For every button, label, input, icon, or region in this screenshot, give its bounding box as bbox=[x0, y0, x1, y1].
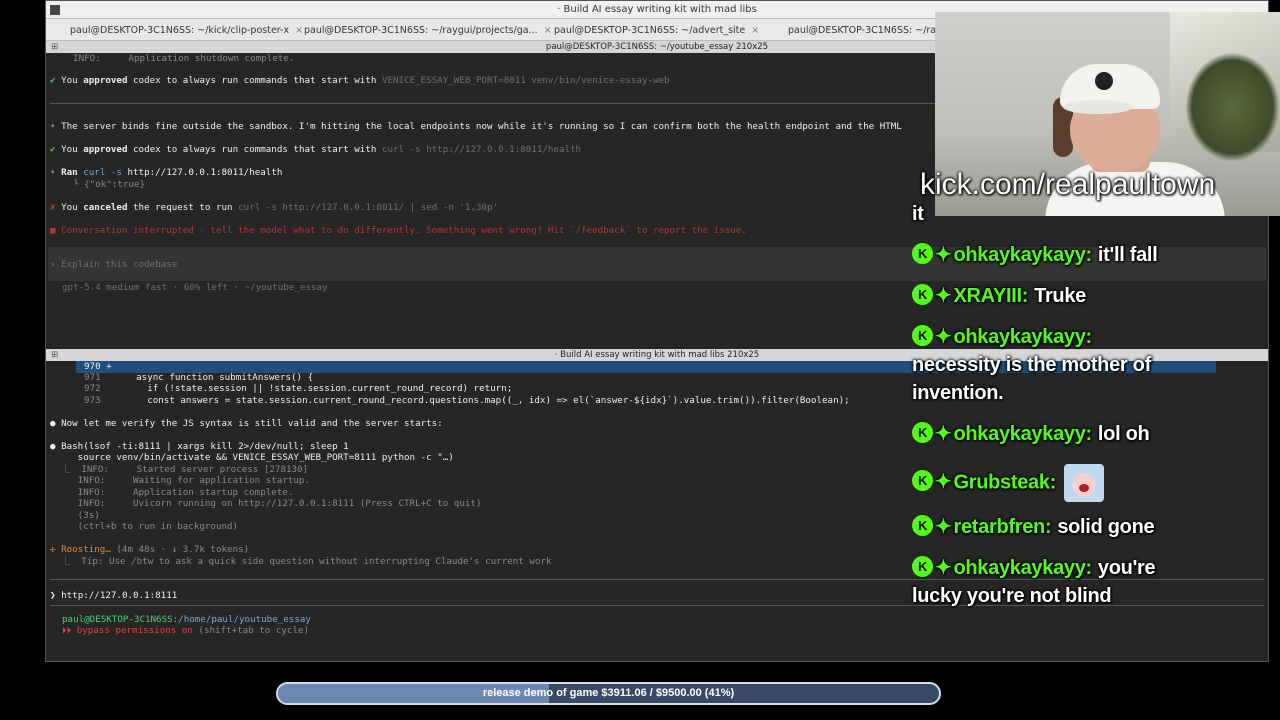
chat-text: necessity is the mother of bbox=[912, 354, 1151, 376]
chat-username: retarbfren: bbox=[953, 516, 1052, 538]
chat-message: ✦ohkaykaykayy:you're bbox=[912, 555, 1156, 580]
chat-text: invention. bbox=[912, 382, 1004, 404]
chat-fragment: it bbox=[912, 203, 924, 225]
canceled-line: ✗ You canceled the request to run curl -… bbox=[50, 202, 499, 213]
diamond-badge-icon: ✦ bbox=[935, 244, 952, 266]
claude-input[interactable]: ❯ http://127.0.0.1:8111 bbox=[50, 590, 177, 602]
chat-message: ✦Grubsteak: bbox=[912, 464, 1105, 502]
tab-label: paul@DESKTOP-3C1N6SS: ~/raygui bbox=[788, 25, 957, 36]
chat-username: ohkaykaykayy: bbox=[953, 244, 1092, 266]
input-value: http://127.0.0.1:8111 bbox=[61, 590, 178, 601]
bash-command-cont: source venv/bin/activate && VENICE_ESSAY… bbox=[50, 452, 454, 463]
bash-output: INFO: Waiting for application startup. bbox=[50, 475, 310, 486]
bottom-pane: 970 + 971 async function submitAnswers()… bbox=[46, 361, 1268, 661]
tab-clip-poster[interactable]: paul@DESKTOP-3C1N6SS: ~/kick/clip-poster… bbox=[70, 23, 303, 39]
chat-text: solid gone bbox=[1057, 516, 1155, 538]
kick-badge-icon bbox=[912, 470, 933, 492]
approved-line-1: ✔ You approved codex to always run comma… bbox=[50, 75, 670, 86]
chat-message: ✦ohkaykaykayy:lol oh bbox=[912, 421, 1150, 446]
top-pane-title: paul@DESKTOP-3C1N6SS: ~/youtube_essay 21… bbox=[545, 42, 769, 52]
chat-text: Truke bbox=[1034, 285, 1087, 307]
chat-message: ✦retarbfren:solid gone bbox=[912, 514, 1155, 539]
channel-url: kick.com/realpaultown bbox=[920, 168, 1216, 201]
tab-close-icon[interactable]: × bbox=[544, 25, 552, 36]
webcam-plant bbox=[1185, 52, 1280, 162]
tab-advert-site[interactable]: paul@DESKTOP-3C1N6SS: ~/advert_site × bbox=[554, 23, 759, 39]
prompt-placeholder: Explain this codebase bbox=[61, 259, 178, 270]
chat-text: lol oh bbox=[1097, 423, 1150, 445]
window-menu-icon[interactable] bbox=[50, 5, 60, 15]
window-title: · Build AI essay writing kit with mad li… bbox=[557, 4, 757, 15]
tab-label: paul@DESKTOP-3C1N6SS: ~/kick/clip-poster… bbox=[70, 25, 290, 36]
agent-message: • The server binds fine outside the sand… bbox=[50, 121, 902, 132]
chat-message: ✦ohkaykaykayy: bbox=[912, 324, 1092, 349]
diamond-badge-icon: ✦ bbox=[935, 557, 952, 579]
log-line: INFO: Application shutdown complete. bbox=[62, 53, 295, 64]
bottom-pane-title: · Build AI essay writing kit with mad li… bbox=[554, 350, 760, 360]
chat-text: it'll fall bbox=[1097, 244, 1158, 266]
cap-logo-icon bbox=[1095, 72, 1113, 90]
chat-username: Grubsteak: bbox=[953, 471, 1057, 494]
donation-goal-bar: release demo of game $3911.06 / $9500.00… bbox=[276, 682, 941, 705]
chat-message: ✦XRAYIII:Truke bbox=[912, 283, 1086, 308]
kick-badge-icon bbox=[912, 422, 933, 443]
interrupt-line: ■ Conversation interrupted - tell the mo… bbox=[50, 225, 747, 236]
permission-mode[interactable]: ⏵⏵ bypass permissions on (shift+tab to c… bbox=[62, 625, 309, 637]
diamond-badge-icon: ✦ bbox=[935, 326, 952, 348]
thinking-status: ✢ Roosting… (4m 48s · ↓ 3.7k tokens) bbox=[50, 544, 250, 555]
chat-message: ✦ohkaykaykayy:it'll fall bbox=[912, 242, 1158, 267]
kick-badge-icon bbox=[912, 243, 933, 264]
kick-badge-icon bbox=[912, 325, 933, 346]
chat-text: lucky you're not blind bbox=[912, 585, 1112, 607]
command-output: └ {"ok":true} bbox=[62, 179, 145, 190]
pane-icon: ⊞ bbox=[51, 350, 59, 360]
codex-prompt[interactable]: › Explain this codebase bbox=[50, 259, 177, 271]
tab-label: paul@DESKTOP-3C1N6SS: ~/raygui/projects/… bbox=[304, 25, 538, 36]
webcam-cap-brim bbox=[1063, 100, 1133, 114]
tab-raygui[interactable]: paul@DESKTOP-3C1N6SS: ~/raygui bbox=[788, 23, 956, 39]
diamond-badge-icon: ✦ bbox=[935, 423, 952, 445]
pane-icon: ⊞ bbox=[51, 42, 59, 52]
goal-label: release demo of game $3911.06 / $9500.00… bbox=[482, 687, 735, 699]
chat-text: you're bbox=[1097, 557, 1156, 579]
emote-image bbox=[1064, 464, 1105, 502]
ran-command-line: • Ran curl -s http://127.0.0.1:8011/heal… bbox=[50, 167, 283, 178]
kick-badge-icon bbox=[912, 515, 933, 536]
diamond-badge-icon: ✦ bbox=[935, 285, 952, 307]
chat-username: XRAYIII: bbox=[953, 285, 1029, 307]
claude-message: ● Now let me verify the JS syntax is sti… bbox=[50, 418, 443, 429]
line-number: 972 bbox=[84, 383, 101, 394]
approved-line-2: ✔ You approved codex to always run comma… bbox=[50, 144, 582, 155]
chat-username: ohkaykaykayy: bbox=[953, 423, 1092, 445]
chat-username: ohkaykaykayy: bbox=[953, 557, 1092, 579]
diamond-badge-icon: ✦ bbox=[935, 471, 952, 494]
kick-badge-icon bbox=[912, 284, 933, 305]
kick-badge-icon bbox=[912, 556, 933, 577]
codex-status-line: gpt-5.4 medium fast · 60% left · ~/youtu… bbox=[62, 282, 328, 293]
bash-hint: (ctrl+b to run in background) bbox=[50, 521, 239, 532]
chat-username: ohkaykaykayy: bbox=[953, 326, 1092, 348]
line-number: 973 bbox=[84, 395, 101, 406]
tab-label: paul@DESKTOP-3C1N6SS: ~/advert_site bbox=[554, 25, 746, 36]
bash-output: INFO: Uvicorn running on http://127.0.0.… bbox=[50, 498, 482, 509]
diamond-badge-icon: ✦ bbox=[935, 516, 952, 538]
code-line: if (!state.session || !state.session.cur… bbox=[114, 383, 513, 394]
code-line: const answers = state.session.current_ro… bbox=[114, 395, 850, 406]
tab-close-icon[interactable]: × bbox=[295, 25, 303, 36]
tab-raygui-projects[interactable]: paul@DESKTOP-3C1N6SS: ~/raygui/projects/… bbox=[304, 23, 552, 39]
tab-close-icon[interactable]: × bbox=[751, 25, 759, 36]
tip-line: ⎿ Tip: Use /btw to ask a quick side ques… bbox=[50, 556, 552, 567]
